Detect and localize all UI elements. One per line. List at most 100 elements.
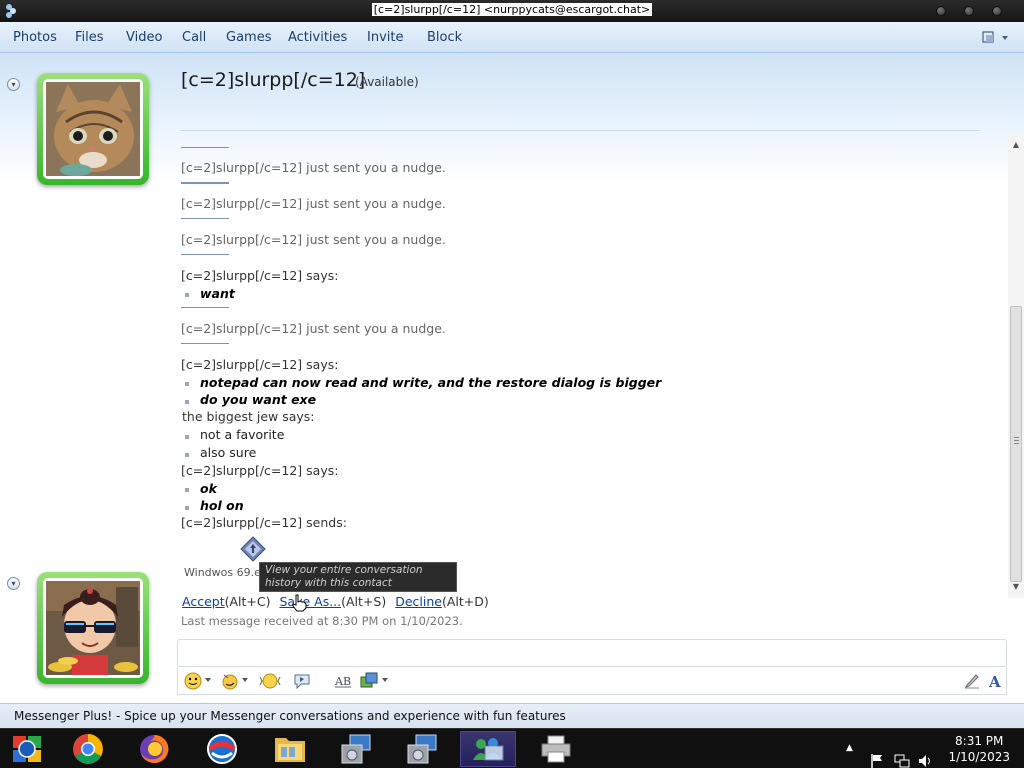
- decline-link[interactable]: Decline: [395, 594, 442, 609]
- volume-icon[interactable]: [918, 741, 934, 768]
- taskbar-chrome[interactable]: [60, 731, 116, 767]
- last-message-info: Last message received at 8:30 PM on 1/10…: [181, 614, 463, 628]
- emoticon-icon[interactable]: [184, 672, 202, 690]
- taskbar-installer[interactable]: [328, 731, 384, 767]
- taskbar-printer[interactable]: [528, 731, 584, 767]
- history-tooltip: View your entire conversation history wi…: [259, 562, 457, 592]
- message-text: hol on: [200, 498, 244, 513]
- sender-label: [c=2]slurpp[/c=12] says:: [181, 357, 339, 372]
- action-center-flag-icon[interactable]: [870, 741, 884, 768]
- svg-text:AB: AB: [334, 675, 351, 688]
- collapse-contact-icon[interactable]: ▾: [7, 78, 20, 91]
- menu-games[interactable]: Games: [226, 30, 271, 45]
- menu-activities[interactable]: Activities: [288, 30, 347, 45]
- message-text: also sure: [200, 445, 257, 460]
- save-as-link[interactable]: Save As...: [279, 594, 341, 609]
- text-format-icon[interactable]: A: [988, 672, 1004, 690]
- nudge-message: [c=2]slurpp[/c=12] just sent you a nudge…: [181, 232, 446, 247]
- contact-name: [c=2]slurpp[/c=12]: [181, 69, 366, 91]
- title-bar: [c=2]slurpp[/c=12] <nurppycats@escargot.…: [0, 0, 1024, 22]
- bullet: [185, 382, 189, 386]
- clock-date: 1/10/2023: [948, 750, 1010, 764]
- nudge-message: [c=2]slurpp[/c=12] just sent you a nudge…: [181, 196, 446, 211]
- taskbar-messenger[interactable]: [460, 731, 516, 767]
- font-style-icon[interactable]: AB: [334, 672, 352, 690]
- taskbar-clock[interactable]: 8:31 PM 1/10/2023: [948, 733, 1010, 765]
- nudge-separator: [181, 343, 229, 344]
- nudge-separator: [181, 147, 229, 148]
- messenger-plus-bar[interactable]: Messenger Plus! - Spice up your Messenge…: [0, 703, 1024, 728]
- message-text: do you want exe: [200, 392, 317, 407]
- format-toolbar: AB A: [177, 667, 1007, 695]
- taskbar-file-explorer[interactable]: [262, 731, 318, 767]
- decline-shortcut: (Alt+D): [441, 594, 489, 609]
- grip-icon: [1014, 437, 1019, 446]
- bullet: [185, 293, 189, 297]
- window-title: [c=2]slurpp[/c=12] <nurppycats@escargot.…: [371, 3, 653, 16]
- installer-icon: [341, 734, 371, 764]
- taskbar-opera[interactable]: [194, 731, 250, 767]
- bullet: [185, 435, 189, 439]
- nudge-separator: [181, 183, 229, 184]
- sender-label: the biggest jew says:: [182, 409, 315, 424]
- clock-time: 8:31 PM: [955, 734, 1004, 748]
- taskbar-installer-2[interactable]: [394, 731, 450, 767]
- history-scrollbar[interactable]: ▲ ▼: [1008, 134, 1024, 598]
- scroll-thumb[interactable]: [1010, 306, 1022, 582]
- tray-expand-icon[interactable]: ▲: [846, 743, 853, 768]
- taskbar-windows-live[interactable]: [0, 731, 56, 767]
- handwriting-icon[interactable]: [963, 672, 981, 690]
- sender-label: [c=2]slurpp[/c=12] says:: [181, 463, 339, 478]
- nudge-icon[interactable]: [258, 672, 282, 690]
- opera-icon: [207, 734, 237, 764]
- menu-photos[interactable]: Photos: [13, 30, 57, 45]
- minimize-button[interactable]: [936, 6, 946, 16]
- accept-shortcut: (Alt+C): [224, 594, 271, 609]
- taskbar-firefox[interactable]: [126, 731, 182, 767]
- message-input[interactable]: [177, 639, 1007, 667]
- file-explorer-icon: [275, 738, 305, 762]
- scroll-up-icon[interactable]: ▲: [1008, 138, 1024, 152]
- cartoon-avatar-picture: [46, 581, 140, 675]
- transfer-actions: Accept(Alt+C) Save As...(Alt+S) Decline(…: [182, 594, 489, 609]
- sender-label: [c=2]slurpp[/c=12] says:: [181, 268, 339, 283]
- firefox-icon: [140, 734, 169, 763]
- nudge-message: [c=2]slurpp[/c=12] just sent you a nudge…: [181, 321, 446, 336]
- hand-cursor-icon: [292, 594, 307, 612]
- scroll-down-icon[interactable]: ▼: [1008, 580, 1024, 594]
- printer-icon: [541, 735, 571, 763]
- chrome-icon: [73, 734, 103, 764]
- wink-icon[interactable]: [221, 672, 239, 690]
- save-as-shortcut: (Alt+S): [341, 594, 387, 609]
- file-transfer-icon: [240, 536, 266, 562]
- close-button[interactable]: [992, 6, 1002, 16]
- maximize-button[interactable]: [964, 6, 974, 16]
- send-file-icon[interactable]: [360, 672, 378, 690]
- own-avatar[interactable]: [37, 572, 149, 684]
- message-text: ok: [200, 481, 217, 496]
- wink-dropdown-icon[interactable]: [242, 678, 248, 682]
- menu-invite[interactable]: Invite: [367, 30, 403, 45]
- file-name: Windwos 69.e: [184, 566, 261, 579]
- menu-files[interactable]: Files: [75, 30, 104, 45]
- accept-link[interactable]: Accept: [182, 594, 225, 609]
- bullet: [185, 488, 189, 492]
- layout-menu-icon[interactable]: [982, 31, 1010, 45]
- send-file-dropdown-icon[interactable]: [382, 678, 388, 682]
- nudge-separator: [181, 254, 229, 255]
- network-icon[interactable]: [894, 741, 910, 768]
- bullet: [185, 506, 189, 510]
- collapse-self-icon[interactable]: ▾: [7, 577, 20, 590]
- message-text: want: [200, 286, 235, 301]
- menu-video[interactable]: Video: [126, 30, 162, 45]
- message-text: notepad can now read and write, and the …: [200, 375, 662, 390]
- contact-status: (Available): [355, 75, 419, 89]
- menu-block[interactable]: Block: [427, 30, 462, 45]
- messenger-icon: [473, 738, 504, 761]
- voice-clip-icon[interactable]: [293, 672, 311, 690]
- contact-avatar[interactable]: [37, 73, 149, 185]
- emoticon-dropdown-icon[interactable]: [205, 678, 211, 682]
- nudge-separator: [181, 307, 229, 308]
- svg-text:A: A: [988, 673, 1001, 690]
- menu-call[interactable]: Call: [182, 30, 206, 45]
